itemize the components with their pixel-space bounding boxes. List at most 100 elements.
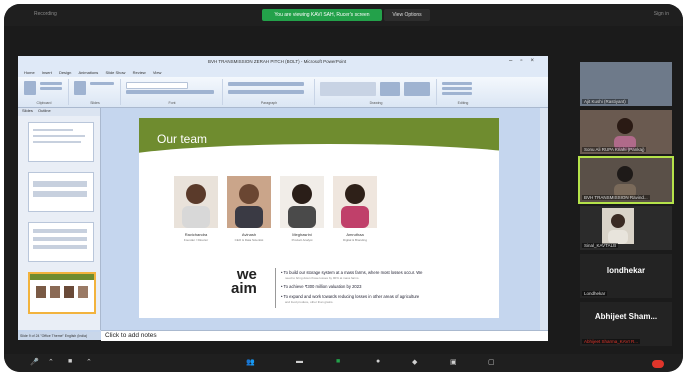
group-label: Font [168, 101, 176, 105]
ribbon-group-editing: Editing [438, 79, 488, 105]
paste-icon[interactable] [24, 81, 36, 95]
ribbon-group-clipboard: Clipboard [20, 79, 69, 105]
aim-note: and food produce, other than grains. [285, 300, 334, 304]
person-photo [333, 176, 377, 228]
tab-outline[interactable]: Outline [38, 108, 51, 113]
person-photo [174, 176, 218, 228]
microphone-icon[interactable]: 🎤 [30, 358, 39, 366]
thumb-line [33, 129, 73, 131]
new-slide-icon[interactable] [74, 81, 86, 95]
tab-design[interactable]: Design [59, 70, 71, 75]
layout-icon[interactable] [90, 82, 114, 85]
thumb-block [33, 191, 87, 197]
reactions-icon[interactable]: ◆ [412, 358, 417, 366]
thumb-line [33, 135, 85, 137]
chat-icon[interactable]: ▬ [296, 358, 303, 365]
paragraph-icons[interactable] [228, 82, 304, 86]
tab-insert[interactable]: Insert [42, 70, 52, 75]
participant-tile[interactable]: londhekar Londhekar [580, 254, 672, 298]
slide-thumbnail-selected[interactable] [28, 272, 96, 314]
team-member-role: Product Analyst [291, 238, 313, 242]
video-icon[interactable]: ■ [68, 358, 72, 365]
notes-pane[interactable]: Click to add notes [101, 330, 548, 341]
participant-tile[interactable]: Sonu Ali RUPA Kriahi (Pankaj) [580, 110, 672, 154]
tab-view[interactable]: View [153, 70, 162, 75]
font-select[interactable] [126, 82, 188, 89]
team-member-role: CEO & Data Scientist [234, 238, 264, 242]
team-member-photo-3 [280, 176, 324, 228]
thumb-line [33, 141, 81, 143]
tab-slides[interactable]: Slides [22, 108, 33, 113]
apps-icon[interactable]: ▣ [450, 358, 457, 366]
sign-in-link[interactable]: Sign in [654, 11, 669, 17]
meeting-toolbar: 🎤 ⌃ ■ ⌃ 👥 ▬ ■ ● ◆ ▣ ▢ [4, 354, 683, 372]
slide-thumbnail-panel: Slides Outline [18, 108, 101, 330]
slide-editor: Our team Ravichandra Founder / Director … [101, 108, 548, 330]
group-label: Editing [457, 101, 469, 105]
view-options-button[interactable]: View Options [384, 9, 430, 21]
vertical-scrollbar[interactable] [540, 108, 548, 330]
align-icons[interactable] [228, 90, 304, 94]
thumb-block [33, 237, 87, 241]
cut-icon[interactable] [40, 82, 62, 85]
participant-name: Sonu Ali RUPA Kriahi (Pankaj) [582, 147, 647, 152]
notes-placeholder: Click to add notes [105, 332, 157, 339]
chevron-up-icon[interactable]: ⌃ [48, 358, 54, 366]
window-controls[interactable]: –▫× [509, 58, 542, 64]
participant-tile-active[interactable]: BVH TRANSMISSION Ravind... [578, 156, 674, 204]
select-icon[interactable] [442, 92, 472, 95]
recording-label: Recording [34, 11, 57, 17]
tab-home[interactable]: Home [24, 70, 35, 75]
participant-tile[interactable]: Sinal_KAVTALB [580, 206, 672, 250]
whiteboard-icon[interactable]: ▢ [488, 358, 495, 366]
aim-note: need to bring down those losses by 90% a… [285, 276, 360, 280]
copy-icon[interactable] [40, 87, 62, 90]
record-icon[interactable]: ● [376, 358, 380, 365]
tab-animations[interactable]: Animations [79, 70, 99, 75]
quick-styles-icon[interactable] [404, 82, 430, 96]
replace-icon[interactable] [442, 87, 472, 90]
end-meeting-button[interactable] [652, 360, 664, 368]
team-member-name: Avinash [241, 232, 257, 237]
participant-display-name: Abhijeet Sham... [594, 312, 658, 321]
participant-tile[interactable]: Abhijeet Sham... Abhijeet Sharma_KAVI R.… [580, 302, 672, 346]
find-icon[interactable] [442, 82, 472, 85]
group-label: Drawing [369, 101, 383, 105]
thumb-photo [36, 286, 46, 298]
thumb-photo [78, 286, 88, 298]
participant-name: Londhekar [582, 291, 608, 296]
ribbon-group-slides: Slides [70, 79, 121, 105]
thumb-block [33, 229, 87, 233]
team-member-photo-4 [333, 176, 377, 228]
team-member-name: Ravichandra [184, 232, 208, 237]
tab-review[interactable]: Review [133, 70, 146, 75]
slide-thumbnail[interactable] [28, 122, 94, 162]
screen-share-banner: You are viewing KAVI SAH, Rucer's screen [262, 9, 382, 21]
participant-tile[interactable]: Ajit Kushi (Rastiyant) [580, 62, 672, 106]
person-photo [280, 176, 324, 228]
thumb-photo [64, 286, 74, 298]
we-aim-line: aim [231, 280, 257, 297]
group-label: Clipboard [36, 101, 52, 105]
team-member-name: Amruthaa [346, 232, 364, 237]
group-label: Paragraph [260, 101, 278, 105]
font-format-icons[interactable] [126, 90, 214, 94]
person-photo [227, 176, 271, 228]
participant-name: Sinal_KAVTALB [582, 243, 619, 248]
slide-title: Our team [157, 132, 208, 146]
arrange-icon[interactable] [380, 82, 400, 96]
share-screen-icon[interactable]: ■ [336, 358, 340, 365]
slide-thumbnail[interactable] [28, 222, 94, 262]
aim-item: • To expand and work towards reducing lo… [281, 294, 420, 299]
slide-thumbnail[interactable] [28, 172, 94, 212]
participant-name: Ajit Kushi (Rastiyant) [582, 99, 628, 104]
current-slide[interactable]: Our team Ravichandra Founder / Director … [139, 118, 499, 318]
tab-slide-show[interactable]: Slide Show [105, 70, 125, 75]
shapes-gallery[interactable] [320, 82, 376, 96]
we-aim-heading: we aim [231, 267, 257, 297]
panel-tabs: Slides Outline [18, 108, 100, 116]
status-bar: Slide 9 of 24 "Office Theme" English (In… [18, 332, 100, 340]
participants-icon[interactable]: 👥 [246, 358, 255, 366]
window-title: BVH TRANSMISSION ZERAH PITCH (BOLT) - Mi… [208, 59, 347, 64]
chevron-up-icon[interactable]: ⌃ [86, 358, 92, 366]
